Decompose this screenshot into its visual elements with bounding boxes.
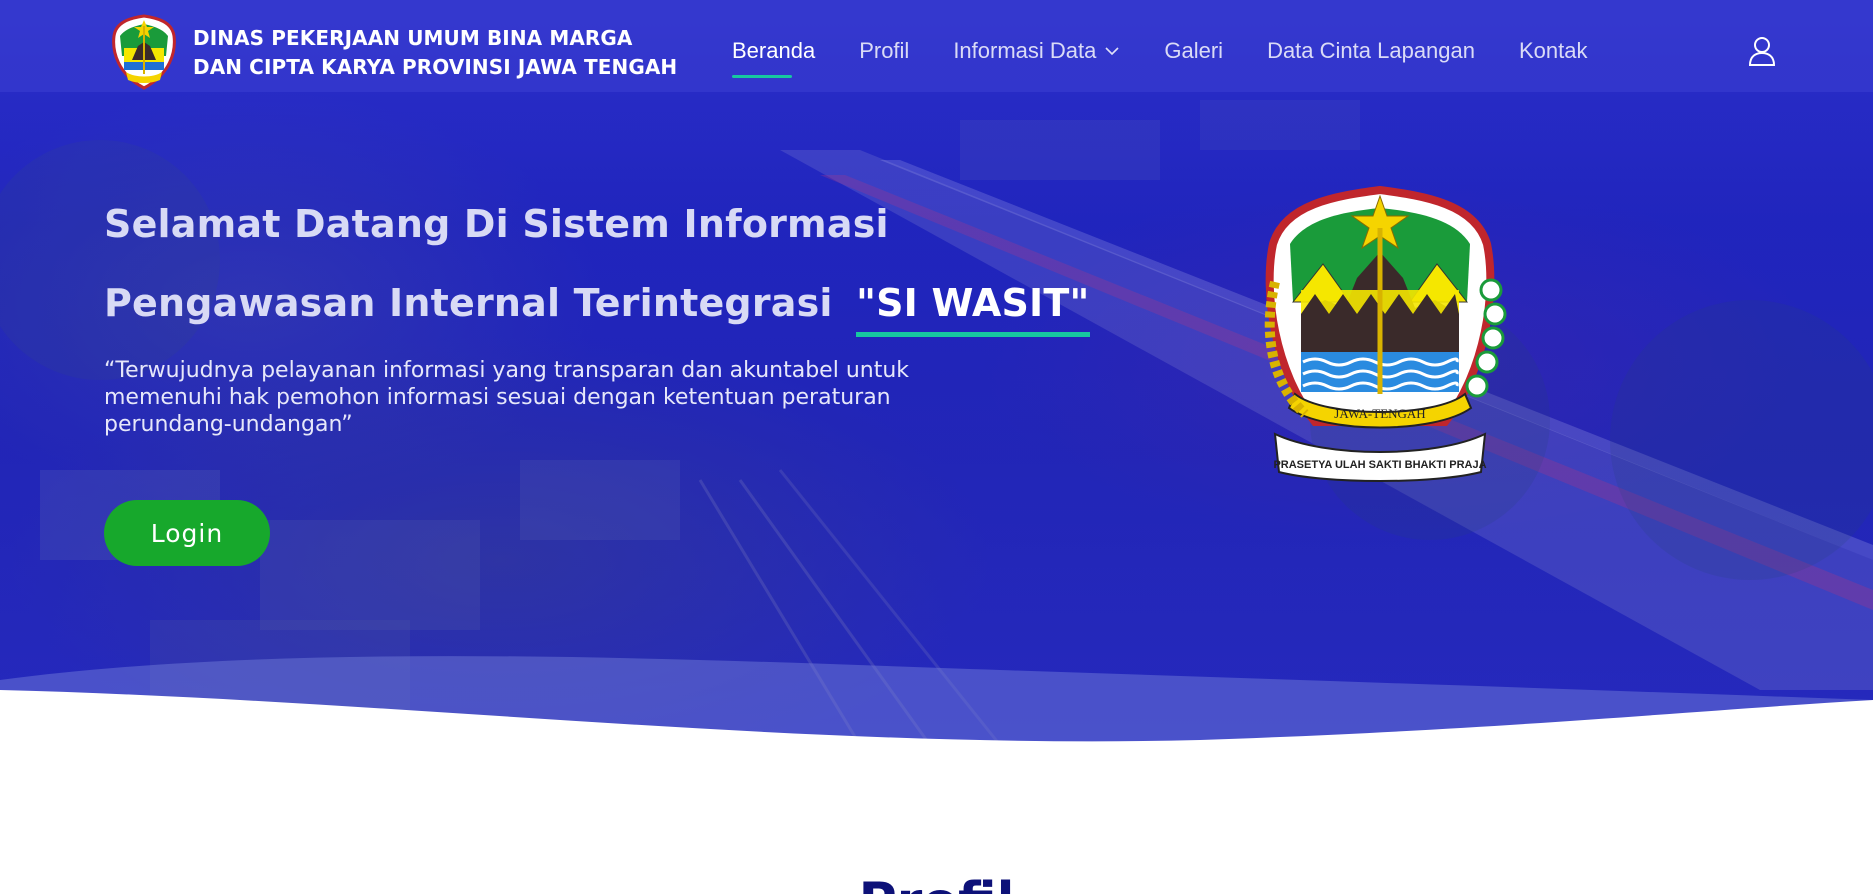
top-navbar: DINAS PEKERJAAN UMUM BINA MARGA DAN CIPT… (0, 0, 1873, 92)
nav-galeri[interactable]: Galeri (1164, 38, 1223, 64)
hero-headline-line1: Selamat Datang Di Sistem Informasi (104, 202, 889, 246)
nav-informasi-data[interactable]: Informasi Data (953, 38, 1120, 64)
nav-informasi-data-label: Informasi Data (953, 38, 1097, 63)
agency-name-line2: DAN CIPTA KARYA PROVINSI JAWA TENGAH (193, 55, 678, 79)
profile-section-title: Profil (0, 872, 1873, 894)
hero-bottom-wave (0, 656, 1873, 745)
chevron-down-icon (1105, 47, 1119, 56)
login-button[interactable]: Login (104, 500, 270, 566)
agency-name[interactable]: DINAS PEKERJAAN UMUM BINA MARGA DAN CIPT… (193, 24, 683, 82)
nav-kontak[interactable]: Kontak (1519, 38, 1588, 64)
emblem-banner-text: JAWA-TENGAH (1334, 406, 1425, 421)
hero-headline-line2-text: Pengawasan Internal Terintegrasi (104, 281, 833, 325)
nav-profil[interactable]: Profil (859, 38, 909, 64)
nav-beranda[interactable]: Beranda (732, 38, 815, 78)
user-icon[interactable] (1748, 36, 1776, 66)
agency-name-line1: DINAS PEKERJAAN UMUM BINA MARGA (193, 26, 633, 50)
jawa-tengah-logo[interactable] (110, 14, 178, 90)
hero-headline: Selamat Datang Di Sistem Informasi Penga… (104, 185, 1104, 343)
jawa-tengah-emblem: JAWA-TENGAH PRASETYA ULAH SAKTI BHAKTI P… (1264, 185, 1507, 482)
emblem-motto-text: PRASETYA ULAH SAKTI BHAKTI PRAJA (1273, 459, 1486, 471)
main-nav: Beranda Profil Informasi Data Galeri Dat… (732, 36, 1632, 78)
hero-tagline: “Terwujudnya pelayanan informasi yang tr… (104, 358, 910, 437)
hero-headline-line2: Pengawasan Internal Terintegrasi "SI WAS… (104, 264, 1104, 343)
nav-data-cinta-lapangan[interactable]: Data Cinta Lapangan (1267, 38, 1475, 64)
hero-brand-name: "SI WASIT" (856, 264, 1090, 343)
